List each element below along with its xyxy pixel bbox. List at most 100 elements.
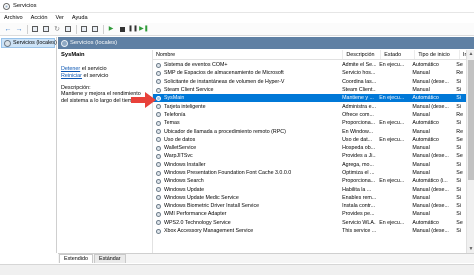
pause-service-icon[interactable]: ❚❚ [128,24,138,34]
scroll-down-icon[interactable]: ▼ [467,245,474,253]
gear-icon [156,187,161,193]
menu-accion[interactable]: Acción [27,15,52,21]
stop-service-icon[interactable] [117,24,127,34]
service-description-cell: Uso de dat... [342,136,373,143]
table-row[interactable]: WarpJITSvc Provides a Ji... Manual (dese..… [153,152,467,160]
service-state-cell [376,161,409,169]
gear-icon [156,129,161,135]
table-row[interactable]: Temas Proporciona... En ejecu... Automático… [153,119,467,127]
view-icon[interactable] [41,24,51,34]
menu-archivo[interactable]: Archivo [0,15,27,21]
service-state-cell: En ejecu... [379,136,405,143]
service-logon-cell: Si [456,161,461,168]
service-state-cell [376,194,409,202]
service-start-type-cell: Manual (dese... [412,103,449,110]
restart-service-link[interactable]: Reiniciar [61,73,82,79]
service-logon-cell: Se [456,153,463,160]
table-row[interactable]: Windows Update Habilita la ... Manual (des… [153,185,467,193]
column-header-description[interactable]: Descripción [343,50,382,59]
table-row[interactable]: Tarjeta inteligente Administra e... Manual… [153,102,467,110]
tab-extendido[interactable]: Extendido [59,254,93,263]
table-row[interactable]: SMP de Espacios de almacenamiento de Mic… [153,69,467,77]
scroll-up-icon[interactable]: ▲ [467,50,474,58]
table-row[interactable]: Solicitante de instantáneas de volumen d… [153,78,467,86]
menu-ver[interactable]: Ver [51,15,67,21]
properties-icon[interactable] [90,24,100,34]
table-row[interactable]: Windows Presentation Foundation Font Cac… [153,169,467,177]
gear-icon [156,228,161,234]
service-name-text: Tarjeta inteligente [164,103,206,110]
table-row[interactable]: Ubicador de llamada a procedimiento remo… [153,127,467,135]
service-description-cell: Proporciona... [342,120,376,127]
menu-ayuda[interactable]: Ayuda [68,15,92,21]
stop-service-link[interactable]: Detener [61,66,80,72]
service-logon-cell: Se [456,170,463,176]
column-header-name[interactable]: Nombre [153,50,344,59]
export-icon[interactable] [63,24,73,34]
service-name-cell: Sistema de eventos COM+ [153,61,339,69]
service-logon-cell: Re [456,70,464,77]
service-description-cell: Enables rem... [342,194,377,201]
service-name-text: Telefonía [164,111,186,118]
table-row[interactable]: Sistema de eventos COM+ Admite el Se... En… [153,61,467,69]
service-description-cell: Agrega, mo... [342,161,374,168]
service-name-cell: Steam Client Service [153,86,339,94]
table-row[interactable]: Steam Client Service Steam Client... Manua… [153,86,467,94]
column-header-start-type[interactable]: Tipo de inicio [415,50,461,59]
service-name-cell: WMI Performance Adapter [153,210,339,218]
service-start-type-cell: Automático (i... [412,178,448,185]
table-row[interactable]: Windows Installer Agrega, mo... Manual Si [153,161,467,169]
console-tree-icon[interactable] [30,24,40,34]
service-start-type-cell: Manual [412,170,430,176]
service-description-cell: Ofrece com... [342,111,374,118]
service-start-type-cell: Automático [412,62,439,69]
tree-item-services-local[interactable]: Servicios (locales) [1,38,57,48]
refresh-icon[interactable]: ↻ [52,24,62,34]
service-logon-cell: Re [456,111,464,118]
gear-icon [156,220,161,226]
forward-arrow-icon[interactable]: → [14,24,24,34]
service-state-cell [376,86,409,94]
service-description-cell: Habilita la ... [342,186,372,193]
selected-service-name: SysMain [61,52,85,58]
vertical-scrollbar[interactable]: ▲ ▼ [466,50,474,253]
help-icon[interactable] [79,24,89,34]
console-tree: Servicios (locales) [0,37,57,253]
stop-service-line: Detener el servicio [61,66,148,73]
tab-estandar[interactable]: Estándar [93,254,126,263]
status-bar [0,264,474,275]
back-arrow-icon[interactable]: ← [3,24,13,34]
gear-icon [156,120,161,126]
gear-icon [156,162,161,168]
table-row[interactable]: Windows Update Medic Service Enables rem.… [153,194,467,202]
table-row[interactable]: WMI Performance Adapter Provides pe... Man… [153,210,467,218]
table-row[interactable]: WalletService Hospeda ob... Manual Si [153,144,467,152]
table-row[interactable]: WPS2.0 Technology Service Servicio WLA...… [153,219,467,227]
service-start-type-cell: Manual (dese... [412,78,449,85]
start-service-icon[interactable]: ▶ [106,24,116,34]
services-list: Nombre Descripción Estado Tipo de inicio… [152,50,474,253]
service-description-cell: Servicio hos... [342,70,376,77]
service-state-cell [376,202,409,210]
service-state-cell [376,227,409,235]
panel-title: Servicios (locales) [70,40,118,46]
service-description-cell: Steam Client... [342,87,377,94]
table-row[interactable]: Uso de datos Uso de dat... En ejecu... Auto… [153,136,467,144]
table-row[interactable]: SysMain Mantiene y ... En ejecu... Automáti… [153,94,467,103]
column-header-state[interactable]: Estado [381,50,416,59]
service-state-cell [376,111,409,119]
service-name-cell: WalletService [153,144,339,152]
service-name-text: Windows Biometric Driver Install Service [164,203,260,210]
service-start-type-cell: Manual [412,128,430,135]
service-name-cell: Temas [153,119,339,127]
service-logon-cell: Si [456,228,461,235]
table-row[interactable]: Telefonía Ofrece com... Manual Re [153,111,467,119]
scroll-thumb[interactable] [468,60,474,180]
table-row[interactable]: Windows Search Proporciona... En ejecu... A… [153,177,467,185]
restart-service-icon[interactable]: ▶❚ [139,24,149,34]
table-row[interactable]: Xbox Accessory Management Service This se… [153,227,467,235]
service-name-cell: Windows Installer [153,161,339,169]
gear-icon [156,178,161,184]
table-row[interactable]: Windows Biometric Driver Install Service… [153,202,467,210]
gear-icon [156,211,161,217]
